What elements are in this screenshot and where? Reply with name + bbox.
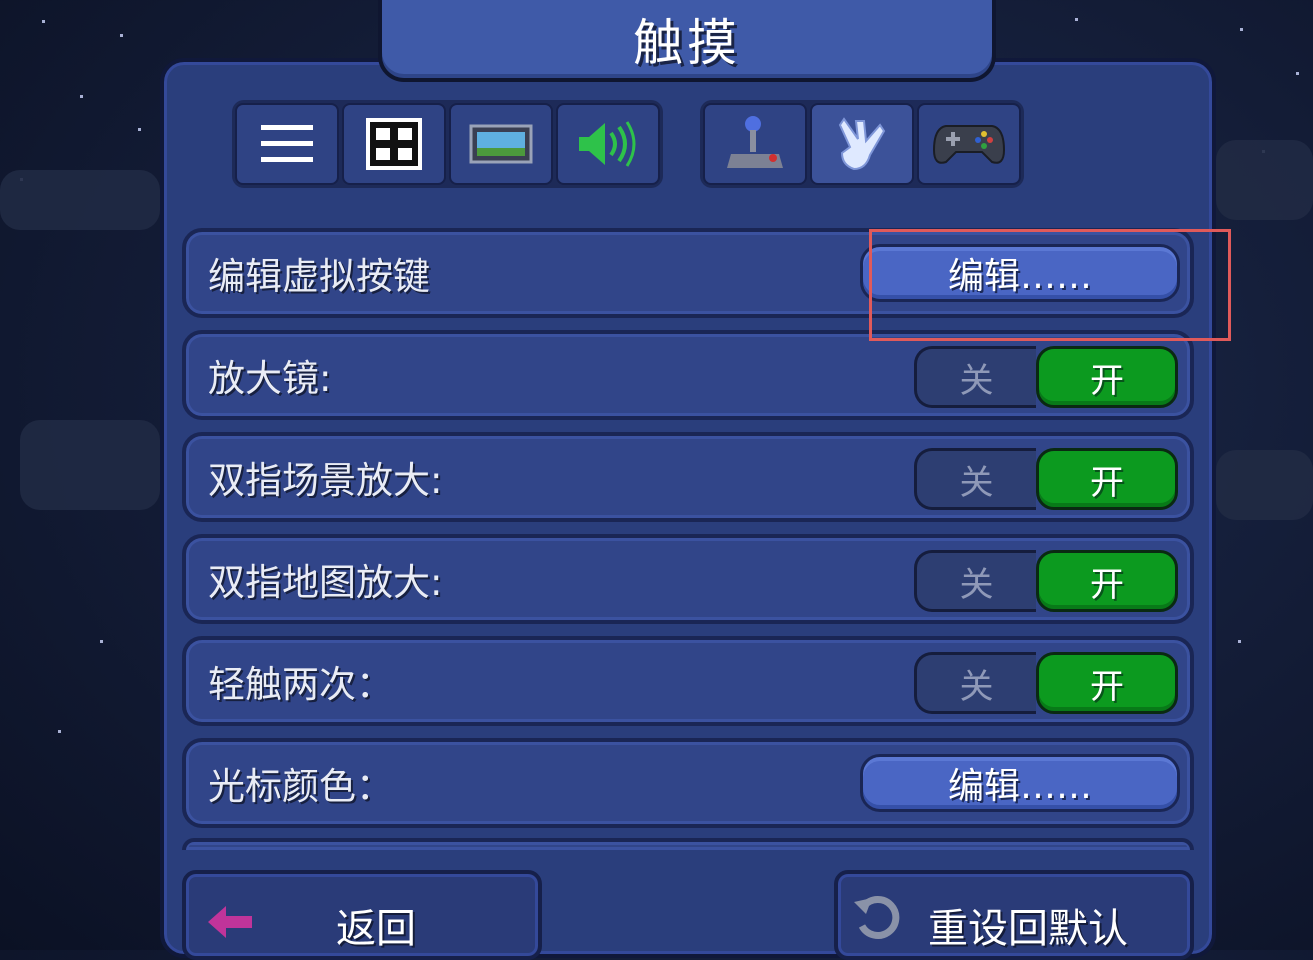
setting-row-partial xyxy=(182,838,1194,850)
edit-cursor-color-button[interactable]: 编辑…… xyxy=(860,754,1180,812)
tab-controls[interactable] xyxy=(703,103,807,185)
double-tap-toggle-on[interactable]: 开 xyxy=(1036,652,1178,714)
page-title-tab: 触摸 xyxy=(378,0,996,82)
interface-grid-icon xyxy=(366,118,422,170)
back-button[interactable]: 返回 xyxy=(182,870,542,960)
setting-label-double-tap: 轻触两次： xyxy=(208,663,393,706)
setting-row-double-tap: 轻触两次： 关 开 xyxy=(182,636,1194,726)
menu-lines-icon xyxy=(261,125,313,162)
reset-button-label: 重设回默认 xyxy=(928,906,1128,952)
tab-touch[interactable] xyxy=(810,103,914,185)
setting-label-pinch-zoom-scene: 双指场景放大: xyxy=(208,459,443,502)
tab-gamepad[interactable] xyxy=(917,103,1021,185)
pinch-zoom-scene-toggle-off[interactable]: 关 xyxy=(914,448,1036,510)
double-tap-toggle[interactable]: 关 开 xyxy=(914,652,1178,714)
reset-to-default-button[interactable]: 重设回默认 xyxy=(834,870,1194,960)
pinch-zoom-scene-toggle[interactable]: 关 开 xyxy=(914,448,1178,510)
setting-row-cursor-color: 光标颜色： 编辑…… xyxy=(182,738,1194,828)
touch-hand-icon xyxy=(838,117,886,171)
pinch-zoom-scene-toggle-on[interactable]: 开 xyxy=(1036,448,1178,510)
tab-audio[interactable] xyxy=(556,103,660,185)
magnifier-toggle-on[interactable]: 开 xyxy=(1036,346,1178,408)
magnifier-toggle[interactable]: 关 开 xyxy=(914,346,1178,408)
setting-row-edit-virtual-buttons: 编辑虚拟按键 编辑…… xyxy=(182,228,1194,318)
reset-arrow-icon xyxy=(854,896,900,939)
magnifier-toggle-off[interactable]: 关 xyxy=(914,346,1036,408)
setting-label-edit-virtual-buttons: 编辑虚拟按键 xyxy=(208,255,430,298)
video-screen-icon xyxy=(469,124,533,164)
input-category-tabs xyxy=(700,100,1024,188)
settings-category-tabs xyxy=(232,100,663,188)
setting-row-pinch-zoom-map: 双指地图放大: 关 开 xyxy=(182,534,1194,624)
back-arrow-icon xyxy=(208,906,252,938)
setting-label-magnifier: 放大镜: xyxy=(208,357,332,400)
setting-label-pinch-zoom-map: 双指地图放大: xyxy=(208,561,443,604)
tab-general[interactable] xyxy=(235,103,339,185)
pinch-zoom-map-toggle-on[interactable]: 开 xyxy=(1036,550,1178,612)
setting-label-cursor-color: 光标颜色： xyxy=(208,765,393,808)
speaker-icon xyxy=(579,121,636,167)
gamepad-icon xyxy=(932,125,1006,164)
pinch-zoom-map-toggle[interactable]: 关 开 xyxy=(914,550,1178,612)
back-button-label: 返回 xyxy=(336,906,416,952)
tab-video[interactable] xyxy=(449,103,553,185)
double-tap-toggle-off[interactable]: 关 xyxy=(914,652,1036,714)
edit-virtual-buttons-button[interactable]: 编辑…… xyxy=(860,244,1180,302)
pinch-zoom-map-toggle-off[interactable]: 关 xyxy=(914,550,1036,612)
setting-row-pinch-zoom-scene: 双指场景放大: 关 开 xyxy=(182,432,1194,522)
setting-row-magnifier: 放大镜: 关 开 xyxy=(182,330,1194,420)
tab-interface[interactable] xyxy=(342,103,446,185)
joystick-icon xyxy=(727,116,783,168)
page-title: 触摸 xyxy=(633,14,741,72)
